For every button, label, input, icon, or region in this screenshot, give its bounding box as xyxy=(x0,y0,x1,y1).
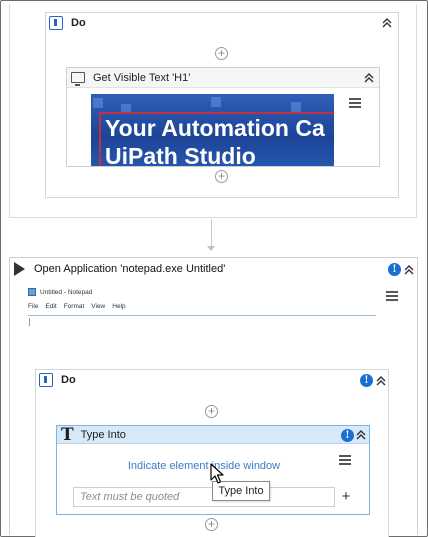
sequence-icon xyxy=(49,16,63,30)
connector-arrow-icon xyxy=(207,246,215,251)
get-visible-text-activity[interactable]: Get Visible Text 'H1' Your Automation Ca… xyxy=(66,67,380,167)
do-sequence-top[interactable]: Do + Get Visible Text 'H1' Your Automati… xyxy=(45,12,399,198)
do-sequence-header[interactable]: Do ! xyxy=(36,370,388,390)
do-title: Do xyxy=(71,17,86,29)
activity-header[interactable]: Get Visible Text 'H1' xyxy=(67,68,379,88)
add-activity-icon[interactable]: + xyxy=(205,518,218,531)
collapse-icon[interactable] xyxy=(355,429,367,441)
type-into-title: Type Into xyxy=(80,428,126,441)
do-sequence-header[interactable]: Do xyxy=(46,13,398,33)
hamburger-icon[interactable] xyxy=(386,291,398,301)
type-into-header[interactable]: T Type Into ! xyxy=(57,426,369,444)
hamburger-icon[interactable] xyxy=(349,98,361,108)
indicate-element-link[interactable]: Indicate element inside window xyxy=(57,460,351,472)
collapse-icon[interactable] xyxy=(381,17,393,29)
collapse-icon[interactable] xyxy=(403,264,415,276)
notepad-window-title: Untitled - Notepad xyxy=(40,288,93,296)
notepad-icon xyxy=(28,288,36,296)
text-input[interactable] xyxy=(73,487,335,507)
notepad-title-bar: Untitled - Notepad xyxy=(28,287,376,297)
collapse-icon[interactable] xyxy=(363,72,375,84)
do-sequence-inner[interactable]: Do ! + T Type Into ! Indicate element in… xyxy=(35,369,389,537)
collapse-icon[interactable] xyxy=(375,375,387,387)
add-expression-button[interactable]: + xyxy=(339,488,353,506)
type-into-icon: T xyxy=(61,424,74,445)
connector-line xyxy=(211,219,212,247)
outer-container: Do + Get Visible Text 'H1' Your Automati… xyxy=(9,4,417,218)
add-activity-icon[interactable]: + xyxy=(205,405,218,418)
notepad-menu-view: View xyxy=(91,302,106,310)
notepad-menu: File Edit Format View Help xyxy=(28,301,376,311)
info-icon[interactable]: ! xyxy=(388,263,401,276)
notepad-menu-help: Help xyxy=(112,302,126,310)
notepad-screenshot: Untitled - Notepad File Edit Format View… xyxy=(28,287,376,347)
info-icon[interactable]: ! xyxy=(341,429,354,442)
notepad-menu-edit: Edit xyxy=(45,302,57,310)
screenshot-text-line1: Your Automation Ca xyxy=(105,115,325,141)
notepad-divider xyxy=(28,315,376,316)
open-application-header[interactable]: Open Application 'notepad.exe Untitled' … xyxy=(10,258,417,280)
activity-title: Get Visible Text 'H1' xyxy=(93,71,191,84)
play-icon xyxy=(14,262,25,276)
screenshot-text-line2: UiPath Studio xyxy=(105,143,256,166)
notepad-caret xyxy=(29,318,30,326)
open-application-title: Open Application 'notepad.exe Untitled' xyxy=(34,263,226,275)
notepad-menu-file: File xyxy=(28,302,39,310)
do-title: Do xyxy=(61,374,76,386)
info-icon[interactable]: ! xyxy=(360,374,373,387)
element-screenshot: Your Automation Ca UiPath Studio xyxy=(91,94,334,166)
add-activity-icon[interactable]: + xyxy=(215,47,228,60)
mouse-cursor-icon xyxy=(210,463,224,484)
sequence-icon xyxy=(39,373,53,387)
notepad-menu-format: Format xyxy=(63,302,85,310)
monitor-icon xyxy=(71,72,85,86)
add-activity-icon[interactable]: + xyxy=(215,170,228,183)
